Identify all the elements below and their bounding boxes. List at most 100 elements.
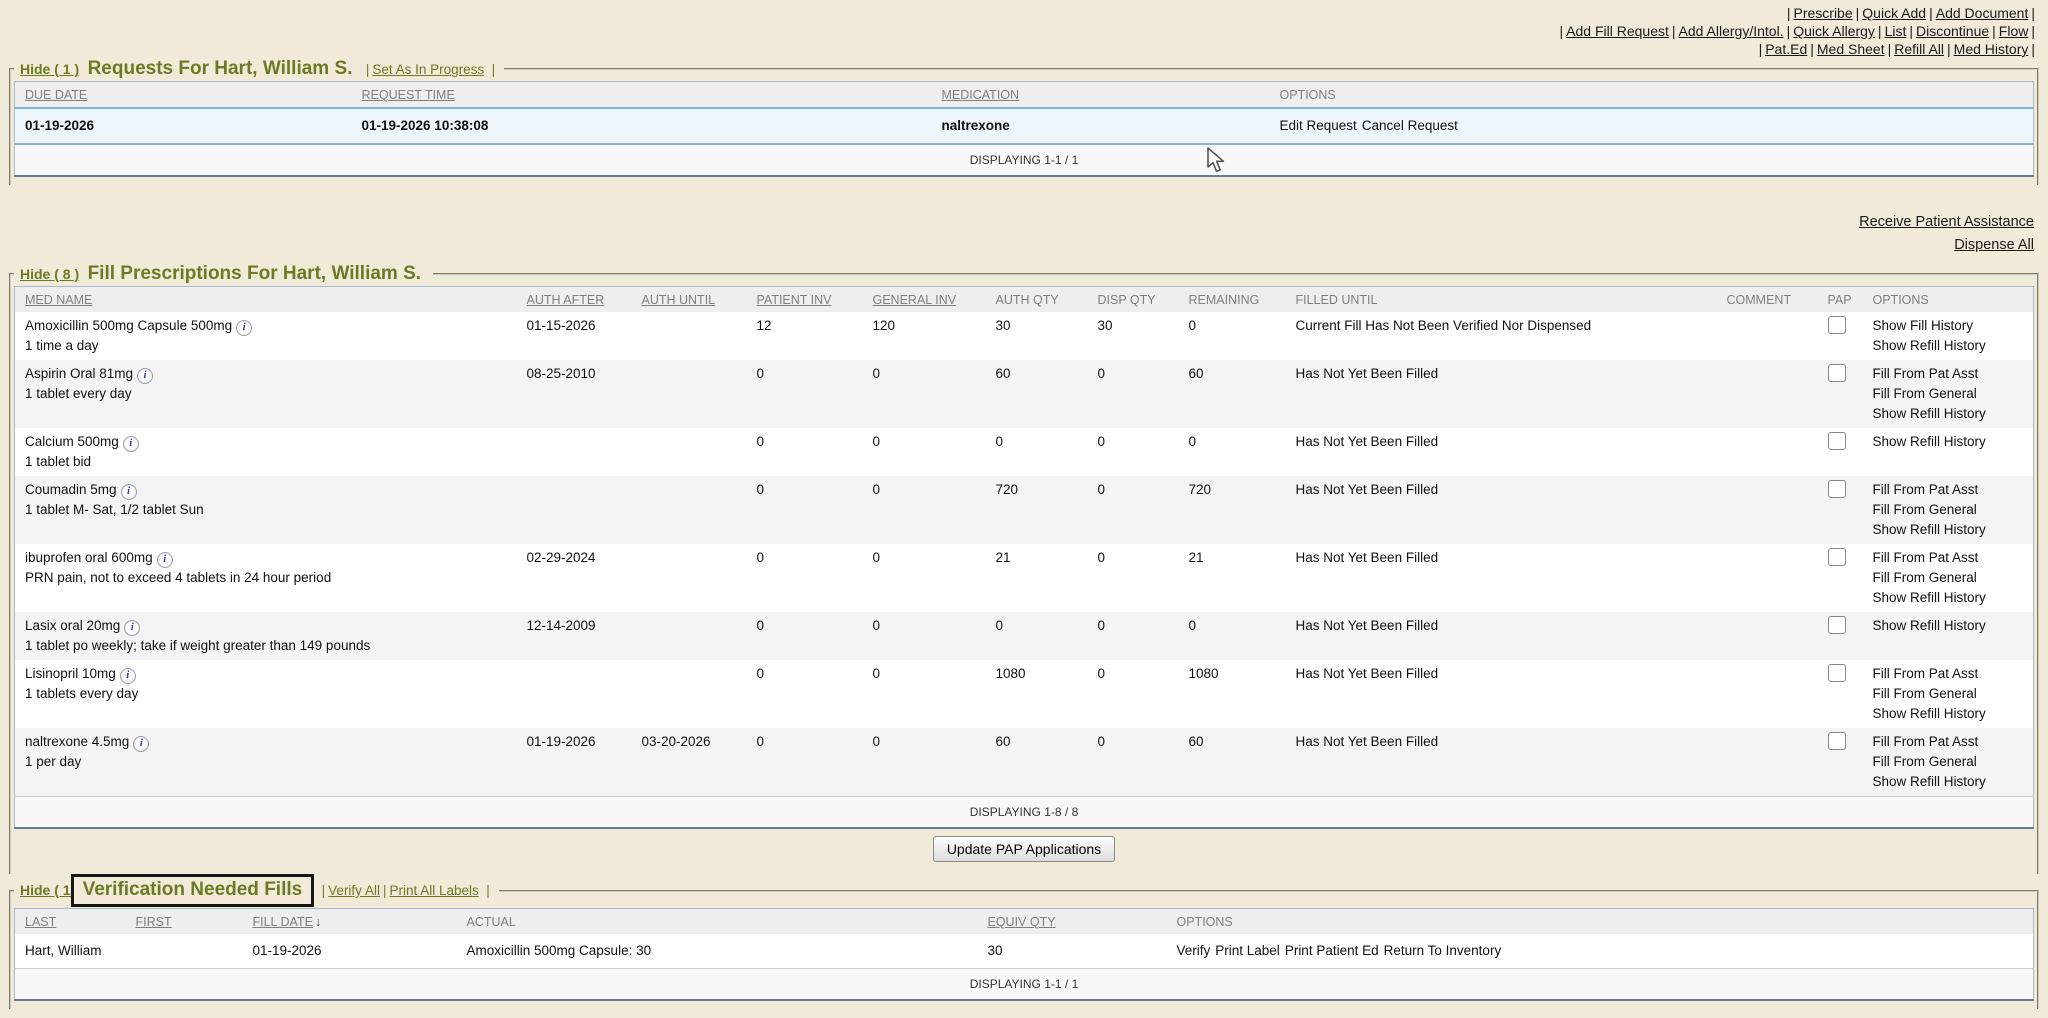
column-header-label: REQUEST TIME xyxy=(362,88,455,102)
info-icon[interactable]: i xyxy=(120,668,136,684)
separator: | xyxy=(1787,5,1791,21)
column-header[interactable]: LAST xyxy=(15,909,126,935)
toolbar-link[interactable]: Discontinue xyxy=(1916,23,1989,39)
legend-action-group: |Print All Labels xyxy=(380,883,479,898)
disp-qty-cell: 0 xyxy=(1088,544,1179,612)
info-icon[interactable]: i xyxy=(236,320,252,336)
row-option-link[interactable]: Verify xyxy=(1177,943,1211,958)
pap-checkbox[interactable] xyxy=(1828,480,1846,498)
equiv-qty-cell: 30 xyxy=(978,934,1167,969)
info-icon[interactable]: i xyxy=(123,436,139,452)
actual-cell: Amoxicillin 500mg Capsule: 30 xyxy=(457,934,978,969)
row-option-link[interactable]: Fill From General xyxy=(1873,500,2026,520)
disp-qty-cell: 0 xyxy=(1088,360,1179,428)
row-option-link[interactable]: Print Label xyxy=(1215,943,1280,958)
row-option-link[interactable]: Show Refill History xyxy=(1873,704,2026,724)
row-option-link[interactable]: Fill From General xyxy=(1873,384,2026,404)
pap-checkbox[interactable] xyxy=(1828,664,1846,682)
column-header[interactable]: DUE DATE xyxy=(15,82,352,109)
prescription-options: Show Refill History xyxy=(1873,616,2026,636)
row-option-link[interactable]: Show Refill History xyxy=(1873,772,2026,792)
pap-checkbox[interactable] xyxy=(1828,548,1846,566)
column-header-label: AUTH AFTER xyxy=(527,293,605,307)
row-option-link[interactable]: Print Patient Ed xyxy=(1285,943,1379,958)
row-option-link[interactable]: Fill From Pat Asst xyxy=(1873,732,2026,752)
toolbar-link[interactable]: Med Sheet xyxy=(1817,41,1885,57)
toolbar-link[interactable]: Quick Add xyxy=(1862,5,1926,21)
toolbar-link[interactable]: Prescribe xyxy=(1794,5,1853,21)
auth-qty-cell: 60 xyxy=(986,728,1088,797)
column-header[interactable]: FILL DATE↓ xyxy=(243,909,457,935)
column-header-label: FILLED UNTIL xyxy=(1296,293,1378,307)
toolbar-link[interactable]: Refill All xyxy=(1894,41,1944,57)
legend-action-link[interactable]: Verify All xyxy=(328,883,380,898)
row-option-link[interactable]: Cancel Request xyxy=(1362,118,1458,133)
request-row[interactable]: 01-19-2026 01-19-2026 10:38:08 naltrexon… xyxy=(15,108,2034,144)
row-option-link[interactable]: Fill From Pat Asst xyxy=(1873,480,2026,500)
row-option-link[interactable]: Show Refill History xyxy=(1873,588,2026,608)
row-option-link[interactable]: Show Refill History xyxy=(1873,432,2026,452)
row-option-link[interactable]: Fill From Pat Asst xyxy=(1873,548,2026,568)
toolbar-link[interactable]: Add Allergy/Intol. xyxy=(1679,23,1784,39)
info-icon[interactable]: i xyxy=(121,484,137,500)
separator: | xyxy=(1888,41,1892,57)
column-header[interactable]: MED NAME xyxy=(15,287,517,313)
toolbar-link-group: Refill All| xyxy=(1894,41,1953,57)
auth-after-cell: 01-19-2026 xyxy=(517,728,632,797)
toolbar-link[interactable]: Quick Allergy xyxy=(1793,23,1875,39)
row-option-link[interactable]: Fill From Pat Asst xyxy=(1873,364,2026,384)
column-header[interactable]: FIRST xyxy=(126,909,243,935)
toolbar-link[interactable]: Add Fill Request xyxy=(1566,23,1669,39)
row-option-link[interactable]: Fill From General xyxy=(1873,684,2026,704)
pap-checkbox[interactable] xyxy=(1828,616,1846,634)
info-icon[interactable]: i xyxy=(133,736,149,752)
row-option-link[interactable]: Show Refill History xyxy=(1873,616,2026,636)
row-option-link[interactable]: Fill From Pat Asst xyxy=(1873,664,2026,684)
pap-checkbox[interactable] xyxy=(1828,316,1846,334)
info-icon[interactable]: i xyxy=(124,620,140,636)
pap-checkbox[interactable] xyxy=(1828,364,1846,382)
patient-inv-cell: 0 xyxy=(747,660,863,728)
toolbar-link[interactable]: Flow xyxy=(1999,23,2029,39)
column-header[interactable]: GENERAL INV xyxy=(863,287,986,313)
toolbar-link[interactable]: Med History xyxy=(1954,41,2029,57)
toolbar-link[interactable]: List xyxy=(1885,23,1907,39)
remaining-cell: 0 xyxy=(1179,312,1286,360)
sig-text: 1 per day xyxy=(25,752,509,772)
patient-inv-cell: 0 xyxy=(747,544,863,612)
separator: | xyxy=(2031,23,2035,39)
column-header[interactable]: AUTH UNTIL xyxy=(632,287,747,313)
row-option-link[interactable]: Show Refill History xyxy=(1873,520,2026,540)
row-option-link[interactable]: Edit Request xyxy=(1280,118,1357,133)
row-option-link[interactable]: Return To Inventory xyxy=(1384,943,1502,958)
info-icon[interactable]: i xyxy=(157,552,173,568)
update-pap-applications-button[interactable]: Update PAP Applications xyxy=(933,836,1115,862)
toolbar-link[interactable]: Pat.Ed xyxy=(1765,41,1807,57)
column-header[interactable]: EQUIV QTY xyxy=(978,909,1167,935)
toolbar-link[interactable]: Add Document xyxy=(1936,5,2029,21)
pap-checkbox[interactable] xyxy=(1828,432,1846,450)
fills-footer-row: DISPLAYING 1-8 / 8 xyxy=(15,797,2034,829)
legend-action-link[interactable]: Print All Labels xyxy=(389,883,478,898)
row-option-link[interactable]: Fill From General xyxy=(1873,752,2026,772)
info-icon[interactable]: i xyxy=(137,368,153,384)
disp-qty-cell: 0 xyxy=(1088,660,1179,728)
column-header[interactable]: AUTH AFTER xyxy=(517,287,632,313)
row-option-link[interactable]: Show Fill History xyxy=(1873,316,2026,336)
separator: | xyxy=(2031,5,2035,21)
row-option-link[interactable]: Show Refill History xyxy=(1873,336,2026,356)
pap-checkbox[interactable] xyxy=(1828,732,1846,750)
legend-action-link[interactable]: Set As In Progress xyxy=(372,62,484,77)
column-header: OPTIONS xyxy=(1167,909,2034,935)
column-header: PAP xyxy=(1818,287,1863,313)
patient-action-link[interactable]: Dispense All xyxy=(0,234,2034,257)
column-header[interactable]: PATIENT INV xyxy=(747,287,863,313)
toolbar-link-group: Discontinue| xyxy=(1916,23,1999,39)
hide-requests-link[interactable]: Hide ( 1 ) xyxy=(20,61,79,77)
hide-fills-link[interactable]: Hide ( 8 ) xyxy=(20,266,79,282)
patient-action-link[interactable]: Receive Patient Assistance xyxy=(0,211,2034,234)
column-header[interactable]: MEDICATION xyxy=(932,82,1270,109)
row-option-link[interactable]: Show Refill History xyxy=(1873,404,2026,424)
column-header[interactable]: REQUEST TIME xyxy=(352,82,932,109)
row-option-link[interactable]: Fill From General xyxy=(1873,568,2026,588)
